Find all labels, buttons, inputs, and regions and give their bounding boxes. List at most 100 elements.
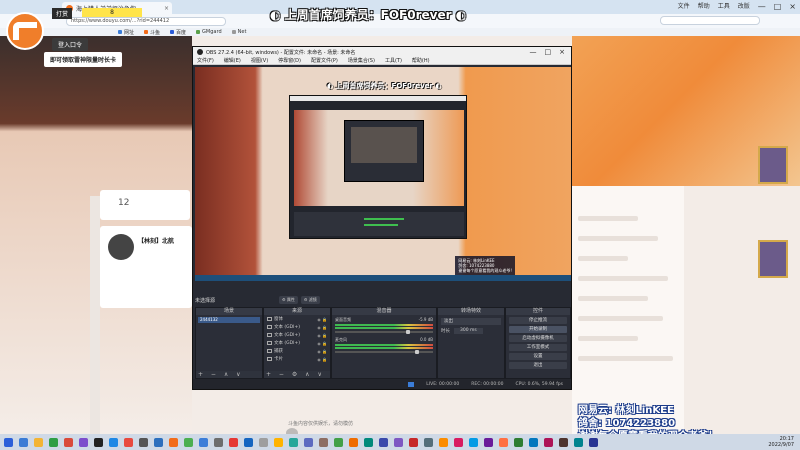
taskbar-app-icon[interactable] <box>319 437 328 447</box>
taskbar-app-icon[interactable] <box>259 437 268 447</box>
close-tab-icon[interactable]: × <box>164 5 169 12</box>
source-item[interactable]: 卡片 ◉ 🔒 <box>264 355 330 363</box>
visibility-lock-icon[interactable]: ◉ 🔒 <box>317 341 330 346</box>
taskbar-app-icon[interactable] <box>544 437 553 447</box>
volume-slider-handle[interactable] <box>415 350 420 354</box>
taskbar-app-icon[interactable] <box>64 437 73 447</box>
visibility-lock-icon[interactable]: ◉ 🔒 <box>317 349 330 354</box>
taskbar-app-icon[interactable] <box>424 437 433 447</box>
sidebar-thumbnail[interactable] <box>758 146 788 184</box>
transition-select[interactable]: 淡出 <box>441 318 501 325</box>
obs-menu-help[interactable]: 帮助(H) <box>412 57 430 64</box>
taskbar-app-icon[interactable] <box>214 437 223 447</box>
taskbar-app-icon[interactable] <box>349 437 358 447</box>
obs-menu-file[interactable]: 文件(F) <box>197 57 214 64</box>
filters-button[interactable]: ⚙ 滤镜 <box>300 296 320 304</box>
stop-streaming-button[interactable]: 停止推流 <box>509 317 567 324</box>
system-tray[interactable]: 20:17 2022/9/07 <box>768 436 794 448</box>
source-item[interactable]: 捕获 ◉ 🔒 <box>264 347 330 355</box>
taskbar-app-icon[interactable] <box>244 437 253 447</box>
taskbar-app-icon[interactable] <box>409 437 418 447</box>
search-input[interactable] <box>660 16 760 25</box>
promo-banner[interactable]: 即可领取雷神限量时长卡 <box>44 52 123 67</box>
taskbar-app-icon[interactable] <box>274 437 283 447</box>
obs-menu-profile[interactable]: 配置文件(P) <box>311 57 338 64</box>
taskbar-app-icon[interactable] <box>229 437 238 447</box>
source-item[interactable]: 文本 (GDI+) ◉ 🔒 <box>264 323 330 331</box>
taskbar-app-icon[interactable] <box>94 437 103 447</box>
maximize-icon[interactable]: □ <box>774 1 782 12</box>
menu-revision[interactable]: 改版 <box>738 1 750 12</box>
obs-menu-docks[interactable]: 停靠窗(D) <box>278 57 301 64</box>
taskbar-app-icon[interactable] <box>169 437 178 447</box>
taskbar-app-icon[interactable] <box>529 437 538 447</box>
start-recording-button[interactable]: 开始录制 <box>509 326 567 333</box>
sources-dock-toolbar[interactable]: + − ⚙ ∧ ∨ <box>264 371 330 378</box>
obs-maximize-icon[interactable]: □ <box>545 48 552 56</box>
taskbar-app-icon[interactable] <box>139 437 148 447</box>
visibility-lock-icon[interactable]: ◉ 🔒 <box>317 325 330 330</box>
bookmark-item[interactable]: 百度 <box>170 29 186 36</box>
streamer-card[interactable]: 【林刻】北航 <box>100 226 192 308</box>
taskbar-app-icon[interactable] <box>559 437 568 447</box>
taskbar-app-icon[interactable] <box>439 437 448 447</box>
taskbar-app-icon[interactable] <box>289 437 298 447</box>
taskbar-app-icon[interactable] <box>484 437 493 447</box>
sidebar-thumbnail[interactable] <box>758 240 788 278</box>
taskbar-app-icon[interactable] <box>394 437 403 447</box>
obs-menu-view[interactable]: 视图(V) <box>251 57 268 64</box>
taskbar-app-icon[interactable] <box>379 437 388 447</box>
scene-item[interactable]: 2444132 <box>198 317 260 323</box>
taskbar-app-icon[interactable] <box>304 437 313 447</box>
obs-menu-edit[interactable]: 编辑(E) <box>224 57 241 64</box>
obs-menu-tools[interactable]: 工具(T) <box>385 57 402 64</box>
virtual-camera-button[interactable]: 启动虚拟摄像机 <box>509 335 567 342</box>
obs-minimize-icon[interactable]: — <box>530 48 537 56</box>
close-icon[interactable]: × <box>789 1 796 12</box>
exit-button[interactable]: 退出 <box>509 362 567 369</box>
taskbar-app-icon[interactable] <box>4 437 13 447</box>
menu-file[interactable]: 文件 <box>678 1 690 12</box>
visibility-lock-icon[interactable]: ◉ 🔒 <box>317 317 330 322</box>
properties-button[interactable]: ⚙ 属性 <box>279 296 298 304</box>
volume-slider-handle[interactable] <box>405 330 410 334</box>
bookmark-item[interactable]: 斗鱼 <box>144 29 160 36</box>
source-item[interactable]: 窗体 ◉ 🔒 <box>264 315 330 323</box>
taskbar-app-icon[interactable] <box>334 437 343 447</box>
studio-mode-button[interactable]: 工作室模式 <box>509 344 567 351</box>
taskbar-app-icon[interactable] <box>589 437 598 447</box>
taskbar-app-icon[interactable] <box>124 437 133 447</box>
bookmark-item[interactable]: GMgard <box>196 29 222 35</box>
visibility-lock-icon[interactable]: ◉ 🔒 <box>317 333 330 338</box>
taskbar-app-icon[interactable] <box>184 437 193 447</box>
obs-preview[interactable]: ◐ 上周首席饲养员：FOF0rever ◐ 网易云: 林刻LinKEE 鸽舍: … <box>195 67 571 281</box>
taskbar-app-icon[interactable] <box>154 437 163 447</box>
taskbar-app-icon[interactable] <box>454 437 463 447</box>
menu-help[interactable]: 帮助 <box>698 1 710 12</box>
volume-slider[interactable] <box>335 350 433 354</box>
taskbar-app-icon[interactable] <box>34 437 43 447</box>
taskbar-app-icon[interactable] <box>469 437 478 447</box>
taskbar-app-icon[interactable] <box>19 437 28 447</box>
obs-close-icon[interactable]: × <box>559 48 565 56</box>
source-item[interactable]: 文本 (GDI+) ◉ 🔒 <box>264 331 330 339</box>
obs-menu-scene-collection[interactable]: 场景集合(S) <box>348 57 375 64</box>
duration-input[interactable]: 300 ms <box>454 328 483 334</box>
taskbar-app-icon[interactable] <box>514 437 523 447</box>
bookmark-item[interactable]: Net <box>231 29 246 35</box>
signup-button[interactable]: 登入口令 <box>52 38 89 51</box>
taskbar-app-icon[interactable] <box>109 437 118 447</box>
taskbar-app-icon[interactable] <box>364 437 373 447</box>
taskbar-app-icon[interactable] <box>574 437 583 447</box>
menu-tools[interactable]: 工具 <box>718 1 730 12</box>
taskbar-app-icon[interactable] <box>499 437 508 447</box>
minimize-icon[interactable]: — <box>758 1 766 12</box>
settings-button[interactable]: 设置 <box>509 353 567 360</box>
taskbar-app-icon[interactable] <box>79 437 88 447</box>
visibility-lock-icon[interactable]: ◉ 🔒 <box>317 357 330 362</box>
taskbar-app-icon[interactable] <box>199 437 208 447</box>
taskbar-app-icon[interactable] <box>49 437 58 447</box>
scenes-dock-toolbar[interactable]: + − ∧ ∨ <box>196 371 262 378</box>
volume-slider[interactable] <box>335 330 433 334</box>
source-item[interactable]: 文本 (GDI+) ◉ 🔒 <box>264 339 330 347</box>
